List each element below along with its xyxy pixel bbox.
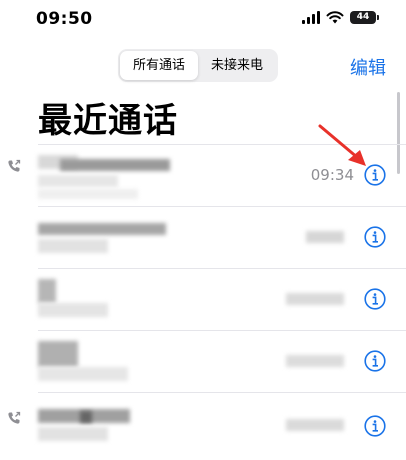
info-icon[interactable] — [364, 415, 386, 437]
info-icon[interactable] — [364, 226, 386, 248]
info-icon[interactable] — [364, 288, 386, 310]
redacted-contact-detail — [38, 303, 108, 317]
page-title: 最近通话 — [38, 101, 178, 141]
info-icon[interactable] — [364, 350, 386, 372]
battery-icon: 44 — [350, 11, 379, 24]
tab-all-calls[interactable]: 所有通话 — [120, 51, 198, 80]
status-time: 09:50 — [36, 9, 93, 29]
redacted-call-time — [286, 419, 344, 431]
call-row[interactable] — [0, 331, 406, 393]
redacted-contact-detail — [38, 427, 108, 441]
redacted-contact-detail — [38, 189, 138, 199]
status-bar: 09:50 44 — [0, 0, 406, 40]
redacted-contact-detail — [38, 367, 128, 381]
redacted-contact-detail — [38, 239, 108, 253]
tab-missed-calls[interactable]: 未接来电 — [198, 51, 276, 80]
outgoing-call-icon — [8, 159, 21, 172]
call-filter-segmented-control: 所有通话 未接来电 — [118, 49, 278, 82]
cellular-signal-icon — [302, 11, 320, 24]
wifi-icon — [326, 11, 344, 24]
redacted-contact-name — [80, 411, 92, 423]
edit-button[interactable]: 编辑 — [350, 54, 386, 80]
call-row[interactable] — [0, 207, 406, 269]
redacted-call-time — [306, 231, 344, 243]
redacted-contact-name — [60, 159, 170, 171]
redacted-contact-detail — [38, 175, 118, 187]
outgoing-call-icon — [8, 411, 21, 424]
battery-level: 44 — [356, 12, 370, 22]
redacted-call-time — [286, 355, 344, 367]
redacted-contact-name — [38, 341, 78, 367]
redacted-contact-name — [38, 223, 166, 235]
redacted-call-time — [286, 293, 344, 305]
annotation-arrow-icon — [318, 124, 366, 166]
call-row[interactable] — [0, 269, 406, 331]
status-icons: 44 — [302, 11, 379, 24]
call-row[interactable] — [0, 393, 406, 455]
redacted-contact-name — [38, 279, 56, 303]
